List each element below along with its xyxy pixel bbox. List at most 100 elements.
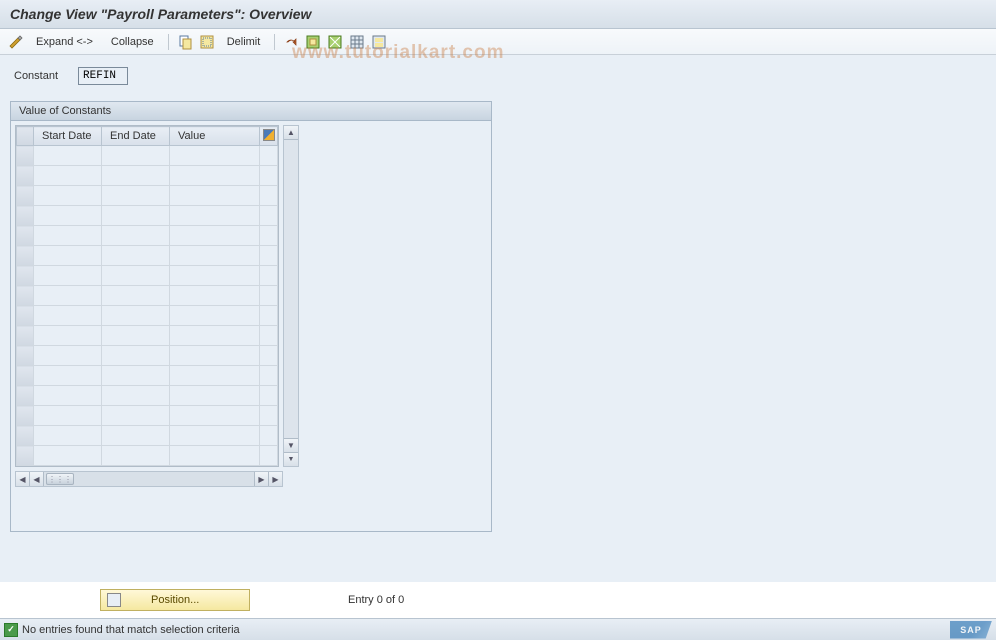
- cell-value[interactable]: [170, 146, 260, 166]
- scroll-up-button[interactable]: ▲: [284, 126, 298, 140]
- delimit-button[interactable]: Delimit: [221, 34, 267, 50]
- scroll-left-button[interactable]: ◀: [16, 472, 30, 486]
- constant-input[interactable]: [78, 67, 128, 85]
- table-row[interactable]: [17, 346, 278, 366]
- cell-value[interactable]: [170, 366, 260, 386]
- cell-value[interactable]: [170, 326, 260, 346]
- table-row[interactable]: [17, 366, 278, 386]
- cell-start-date[interactable]: [34, 246, 102, 266]
- collapse-button[interactable]: Collapse: [105, 34, 160, 50]
- table-settings-button[interactable]: [260, 127, 278, 146]
- select-all-icon[interactable]: [199, 34, 215, 50]
- cell-value[interactable]: [170, 246, 260, 266]
- cell-end-date[interactable]: [102, 226, 170, 246]
- select-all-rows[interactable]: [17, 127, 34, 146]
- cell-value[interactable]: [170, 306, 260, 326]
- row-selector[interactable]: [17, 206, 34, 226]
- grid-settings-icon[interactable]: [349, 34, 365, 50]
- cell-start-date[interactable]: [34, 346, 102, 366]
- select-block-icon[interactable]: [305, 34, 321, 50]
- cell-start-date[interactable]: [34, 146, 102, 166]
- cell-end-date[interactable]: [102, 446, 170, 466]
- cell-end-date[interactable]: [102, 426, 170, 446]
- expand-button[interactable]: Expand <->: [30, 34, 99, 50]
- row-selector[interactable]: [17, 426, 34, 446]
- table-row[interactable]: [17, 146, 278, 166]
- table-row[interactable]: [17, 186, 278, 206]
- cell-end-date[interactable]: [102, 266, 170, 286]
- scroll-thumb[interactable]: ⋮⋮⋮: [46, 473, 74, 485]
- cell-end-date[interactable]: [102, 146, 170, 166]
- cell-start-date[interactable]: [34, 186, 102, 206]
- cell-start-date[interactable]: [34, 206, 102, 226]
- cell-end-date[interactable]: [102, 186, 170, 206]
- cell-start-date[interactable]: [34, 286, 102, 306]
- table-row[interactable]: [17, 406, 278, 426]
- cell-end-date[interactable]: [102, 326, 170, 346]
- row-selector[interactable]: [17, 226, 34, 246]
- cell-end-date[interactable]: [102, 406, 170, 426]
- scroll-track[interactable]: [284, 140, 298, 438]
- cell-start-date[interactable]: [34, 366, 102, 386]
- row-selector[interactable]: [17, 326, 34, 346]
- row-selector[interactable]: [17, 286, 34, 306]
- cell-value[interactable]: [170, 346, 260, 366]
- table-row[interactable]: [17, 246, 278, 266]
- column-header-value[interactable]: Value: [170, 127, 260, 146]
- row-selector[interactable]: [17, 166, 34, 186]
- deselect-block-icon[interactable]: [327, 34, 343, 50]
- table-row[interactable]: [17, 166, 278, 186]
- row-selector[interactable]: [17, 186, 34, 206]
- table-row[interactable]: [17, 426, 278, 446]
- cell-value[interactable]: [170, 426, 260, 446]
- scroll-page-right-button[interactable]: ▶: [254, 472, 268, 486]
- table-row[interactable]: [17, 266, 278, 286]
- cell-value[interactable]: [170, 206, 260, 226]
- cell-value[interactable]: [170, 386, 260, 406]
- horizontal-scrollbar[interactable]: ◀ ◀ ⋮⋮⋮ ▶ ▶: [15, 471, 283, 487]
- row-selector[interactable]: [17, 266, 34, 286]
- table-row[interactable]: [17, 306, 278, 326]
- cell-end-date[interactable]: [102, 346, 170, 366]
- row-selector[interactable]: [17, 306, 34, 326]
- scroll-page-left-button[interactable]: ◀: [30, 472, 44, 486]
- copy-icon[interactable]: [177, 34, 193, 50]
- table-row[interactable]: [17, 226, 278, 246]
- cell-end-date[interactable]: [102, 366, 170, 386]
- cell-value[interactable]: [170, 226, 260, 246]
- cell-start-date[interactable]: [34, 266, 102, 286]
- cell-start-date[interactable]: [34, 306, 102, 326]
- scroll-right-button[interactable]: ▶: [268, 472, 282, 486]
- cell-start-date[interactable]: [34, 426, 102, 446]
- cell-value[interactable]: [170, 286, 260, 306]
- table-row[interactable]: [17, 446, 278, 466]
- position-button[interactable]: Position...: [100, 589, 250, 611]
- cell-value[interactable]: [170, 166, 260, 186]
- cell-end-date[interactable]: [102, 246, 170, 266]
- row-selector[interactable]: [17, 246, 34, 266]
- print-icon[interactable]: [371, 34, 387, 50]
- row-selector[interactable]: [17, 446, 34, 466]
- cell-end-date[interactable]: [102, 206, 170, 226]
- cell-end-date[interactable]: [102, 306, 170, 326]
- vertical-scrollbar[interactable]: ▲ ▼ ▼: [283, 125, 299, 467]
- cell-start-date[interactable]: [34, 326, 102, 346]
- cell-end-date[interactable]: [102, 386, 170, 406]
- row-selector[interactable]: [17, 366, 34, 386]
- cell-end-date[interactable]: [102, 286, 170, 306]
- row-selector[interactable]: [17, 386, 34, 406]
- table-row[interactable]: [17, 326, 278, 346]
- toggle-change-icon[interactable]: [8, 34, 24, 50]
- table-row[interactable]: [17, 386, 278, 406]
- cell-value[interactable]: [170, 446, 260, 466]
- scroll-down-button[interactable]: ▼: [284, 438, 298, 452]
- cell-start-date[interactable]: [34, 166, 102, 186]
- cell-value[interactable]: [170, 186, 260, 206]
- cell-start-date[interactable]: [34, 386, 102, 406]
- row-selector[interactable]: [17, 406, 34, 426]
- column-header-start-date[interactable]: Start Date: [34, 127, 102, 146]
- cell-start-date[interactable]: [34, 446, 102, 466]
- undo-icon[interactable]: [283, 34, 299, 50]
- cell-value[interactable]: [170, 406, 260, 426]
- table-row[interactable]: [17, 206, 278, 226]
